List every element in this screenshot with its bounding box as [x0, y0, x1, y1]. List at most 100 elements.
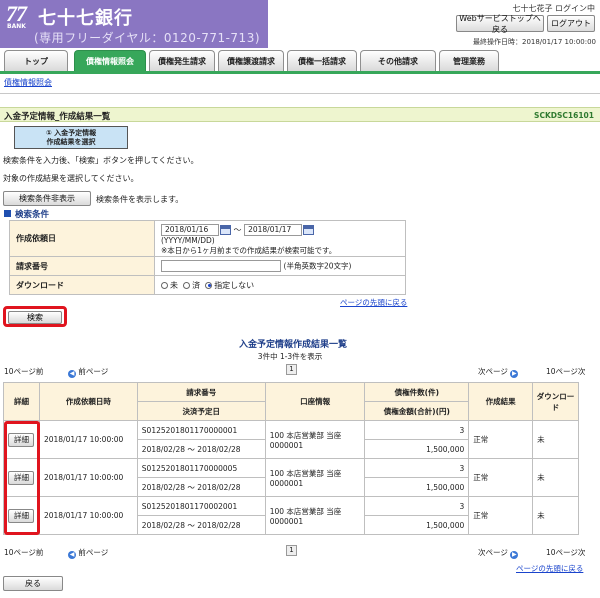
detail-button[interactable]: 詳細 — [8, 470, 35, 485]
date-format-hint: (YYYY/MM/DD) — [161, 235, 215, 245]
pager-prev10[interactable]: 10ページ前 — [4, 366, 43, 377]
date-range-note: ※本日から1ヶ月前までの作成結果が検索可能です。 — [161, 245, 337, 255]
date-cell: 2018/01/16 ～ 2018/01/17 (YYYY/MM/DD) ※本日… — [154, 220, 406, 257]
back-button[interactable]: 戻る — [3, 576, 63, 591]
date-range-tilde: ～ — [233, 225, 242, 234]
radio-unspecified[interactable] — [205, 281, 213, 289]
download-label: ダウンロード — [9, 275, 155, 295]
bond-count: 3 — [364, 420, 470, 440]
bond-count: 3 — [364, 496, 470, 516]
download-status: 未 — [532, 496, 579, 535]
table-row: 詳細 2018/01/17 10:00:00 S0125201801170000… — [3, 458, 579, 497]
subnav-bond-info-inquiry[interactable]: 債権情報照会 — [4, 77, 52, 88]
bank-name: 七十七銀行 — [38, 8, 133, 29]
page-title-bar: 入金予定情報_作成結果一覧 SCKDSC16101 — [0, 107, 600, 122]
settlement-date: 2018/02/28 ～ 2018/02/28 — [136, 439, 266, 459]
instruction-search: 検索条件を入力後、「検索」ボタンを押してください。 — [3, 156, 199, 165]
date-to-input[interactable]: 2018/01/17 — [244, 223, 303, 236]
pager-page-number[interactable]: 1 — [286, 364, 297, 375]
bond-amount: 1,500,000 — [364, 477, 470, 497]
invoice-number: S0125201801170002001 — [136, 496, 266, 516]
radio-label-not-downloaded: 未 — [170, 280, 178, 290]
calendar-icon[interactable] — [303, 224, 315, 235]
invoice-number: S0125201801170000001 — [136, 420, 266, 440]
tab-other-requests[interactable]: その他請求 — [360, 50, 436, 71]
section-heading: 検索条件 — [4, 208, 49, 220]
screen-id: SCKDSC16101 — [534, 111, 594, 120]
pager-next10-bottom[interactable]: 10ページ次 — [546, 547, 585, 558]
radio-not-downloaded[interactable] — [161, 281, 168, 289]
tab-management[interactable]: 管理業務 — [439, 50, 499, 71]
bond-amount: 1,500,000 — [364, 439, 470, 459]
result-status: 正常 — [468, 496, 534, 535]
settlement-date: 2018/02/28 ～ 2018/02/28 — [136, 515, 266, 535]
account-info: 100 本店営業部 当座 0000001 — [264, 420, 366, 459]
invoice-number: S0125201801170000005 — [136, 458, 266, 478]
arrow-right-icon: ▶ — [510, 551, 519, 559]
bank-logo-band: 77 BANK 七十七銀行 (専用フリーダイヤル：0120-771-713) — [0, 0, 268, 48]
radio-label-downloaded: 済 — [192, 280, 201, 290]
page-title: 入金予定情報_作成結果一覧 — [4, 112, 111, 122]
pager-prev-label: 前ページ — [78, 548, 109, 557]
tab-bond-transfer-request[interactable]: 債権譲渡請求 — [218, 50, 284, 71]
tab-bond-bulk-request[interactable]: 債権一括請求 — [287, 50, 357, 71]
settlement-date: 2018/02/28 ～ 2018/02/28 — [136, 477, 266, 497]
request-date: 2018/01/17 10:00:00 — [38, 458, 138, 497]
hide-search-conditions-button[interactable]: 検索条件非表示 — [3, 191, 91, 206]
col-request-date: 作成依頼日時 — [38, 382, 138, 421]
radio-label-unspecified: 指定しない — [214, 280, 255, 290]
arrow-left-icon: ◀ — [68, 370, 76, 378]
arrow-left-icon: ◀ — [68, 551, 76, 559]
result-status: 正常 — [468, 458, 534, 497]
tab-top[interactable]: トップ — [4, 50, 68, 71]
invoice-label: 請求番号 — [9, 256, 155, 276]
col-download: ダウンロード — [532, 382, 579, 421]
pager-next-bottom[interactable]: 次ページ ▶ — [478, 547, 519, 559]
col-invoice-number: 請求番号 — [136, 382, 266, 402]
logout-button[interactable]: ログアウト — [547, 15, 595, 32]
search-button-highlight: 検索 — [3, 306, 67, 327]
invoice-format-note: (半角英数字20文字) — [283, 261, 352, 271]
web-service-top-button[interactable]: Webサービストップへ戻る — [456, 14, 544, 34]
col-account-info: 口座情報 — [264, 382, 366, 421]
detail-button[interactable]: 詳細 — [8, 432, 35, 447]
tab-bond-issue-request[interactable]: 債権発生請求 — [149, 50, 215, 71]
pager-prev10-bottom[interactable]: 10ページ前 — [4, 547, 43, 558]
bond-amount: 1,500,000 — [364, 515, 470, 535]
search-button[interactable]: 検索 — [8, 311, 62, 324]
tab-bond-info-inquiry[interactable]: 債権情報照会 — [74, 50, 146, 72]
bond-count: 3 — [364, 458, 470, 478]
col-detail: 詳細 — [3, 382, 40, 421]
request-date: 2018/01/17 10:00:00 — [38, 420, 138, 459]
date-from-input[interactable]: 2018/01/16 — [161, 223, 219, 236]
invoice-number-input[interactable] — [161, 260, 281, 272]
pager-next10[interactable]: 10ページ次 — [546, 366, 585, 377]
pager-page-number-bottom[interactable]: 1 — [286, 545, 297, 556]
pager-next[interactable]: 次ページ ▶ — [478, 366, 519, 378]
results-title: 入金予定情報作成結果一覧 — [238, 340, 347, 350]
request-date: 2018/01/17 10:00:00 — [38, 496, 138, 535]
col-bond-count: 債権件数(件) — [364, 382, 470, 402]
square-bullet-icon — [4, 210, 11, 217]
pager-prev-bottom[interactable]: ◀ 前ページ — [68, 547, 108, 559]
table-row: 詳細 2018/01/17 10:00:00 S0125201801170000… — [3, 420, 579, 459]
back-to-top-link[interactable]: ページの先頭に戻る — [516, 563, 583, 574]
detail-cell: 詳細 — [3, 458, 40, 497]
col-settlement-date: 決済予定日 — [136, 401, 266, 421]
free-dial-number: (専用フリーダイヤル：0120-771-713) — [34, 31, 261, 45]
pager-prev[interactable]: ◀ 前ページ — [68, 366, 108, 378]
back-to-top-link[interactable]: ページの先頭に戻る — [340, 297, 407, 308]
download-cell: 未 済 指定しない — [154, 275, 406, 295]
radio-downloaded[interactable] — [183, 281, 191, 289]
search-condition-table: 作成依頼日 2018/01/16 ～ 2018/01/17 (YYYY/MM/D… — [9, 220, 406, 295]
header: 77 BANK 七十七銀行 (専用フリーダイヤル：0120-771-713) 七… — [0, 0, 600, 48]
toggle-hint: 検索条件を表示します。 — [96, 195, 184, 204]
detail-button[interactable]: 詳細 — [8, 508, 35, 523]
divider — [0, 93, 600, 94]
download-status: 未 — [532, 458, 579, 497]
calendar-icon[interactable] — [220, 224, 231, 235]
pager-next-label: 次ページ — [478, 548, 508, 557]
nav-underline — [0, 71, 600, 74]
account-info: 100 本店営業部 当座 0000001 — [264, 496, 366, 535]
account-info: 100 本店営業部 当座 0000001 — [264, 458, 366, 497]
